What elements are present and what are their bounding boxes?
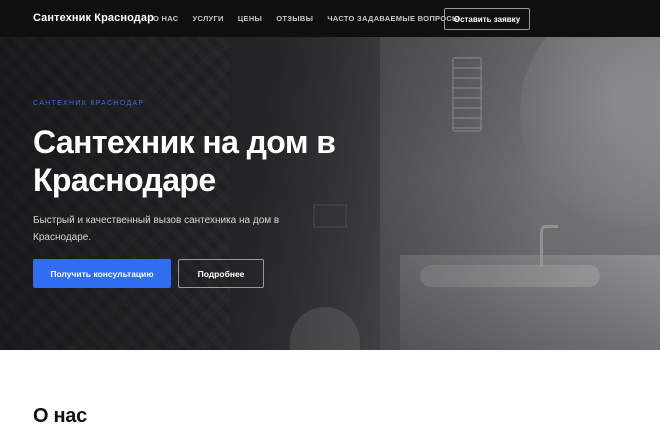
nav-item-reviews[interactable]: ОТЗЫВЫ [276, 14, 313, 23]
get-consultation-button[interactable]: Получить консультацию [33, 259, 171, 288]
hero-title: Сантехник на дом в Краснодаре [33, 124, 336, 198]
site-header: Сантехник Краснодар О НАС УСЛУГИ ЦЕНЫ ОТ… [0, 0, 660, 37]
leave-request-button[interactable]: Оставить заявку [444, 8, 530, 30]
hero-section: САНТЕХНИК КРАСНОДАР Сантехник на дом в К… [0, 37, 660, 350]
main-nav: О НАС УСЛУГИ ЦЕНЫ ОТЗЫВЫ ЧАСТО ЗАДАВАЕМЫ… [153, 14, 460, 23]
learn-more-button[interactable]: Подробнее [178, 259, 264, 288]
hero-subtitle: Быстрый и качественный вызов сантехника … [33, 215, 280, 243]
nav-item-services[interactable]: УСЛУГИ [192, 14, 223, 23]
nav-item-prices[interactable]: ЦЕНЫ [238, 14, 262, 23]
hero-eyebrow: САНТЕХНИК КРАСНОДАР [33, 100, 145, 107]
about-section-title: О нас [33, 405, 87, 427]
brand-logo-text[interactable]: Сантехник Краснодар [33, 12, 154, 24]
nav-item-faq[interactable]: ЧАСТО ЗАДАВАЕМЫЕ ВОПРОСЫ [327, 14, 459, 23]
nav-item-about[interactable]: О НАС [153, 14, 178, 23]
